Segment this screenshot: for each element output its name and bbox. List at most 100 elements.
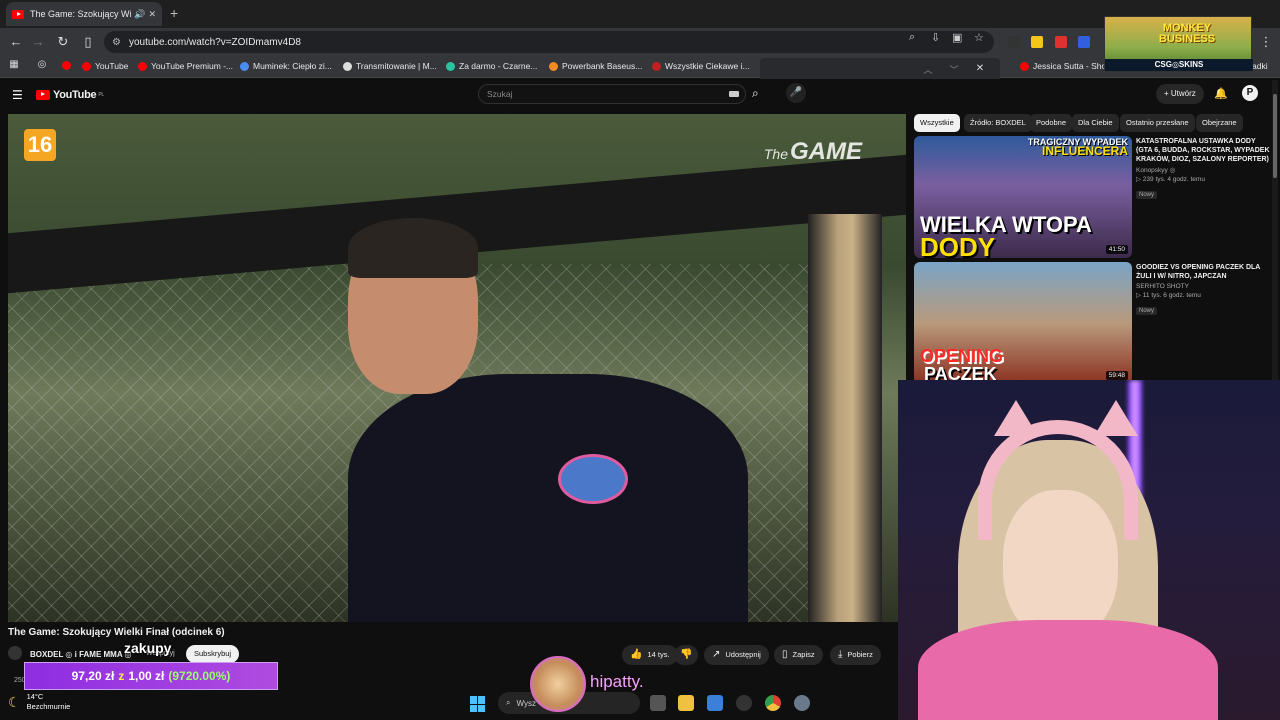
extension-icon[interactable] <box>1078 36 1090 48</box>
download-button[interactable]: ⤓ Pobierz <box>830 645 881 665</box>
video-duration: 41:50 <box>1105 245 1128 254</box>
channel-name[interactable]: BOXDEL ◎ i FAME MMA ◎ <box>30 650 132 659</box>
apps-grid-icon[interactable]: ▦ <box>6 59 22 70</box>
bookmark-item[interactable]: YouTube Premium -... <box>138 61 233 71</box>
chip-recently-uploaded[interactable]: Ostatnio przesłane <box>1120 114 1195 132</box>
reload-icon[interactable]: ↻ <box>55 34 71 50</box>
search-icon: ⌕ <box>506 698 511 707</box>
site-info-icon[interactable]: ⚙ <box>112 37 121 48</box>
youtube-logo[interactable]: YouTube PL <box>36 89 104 101</box>
recommendation-thumbnail[interactable]: OPENING PACZEK 59:48 <box>914 262 1132 384</box>
recommendation-channel[interactable]: SERHITO SHOTY <box>1136 283 1270 290</box>
recommendation-channel[interactable]: Konopskyy ◎ <box>1136 166 1270 174</box>
bookmark-label: Jessica Sutta - Show <box>1033 61 1113 71</box>
thumbs-down-icon: 👎 <box>680 649 693 660</box>
new-tab-button[interactable]: + <box>170 5 178 21</box>
like-button[interactable]: 👍 14 tys. <box>622 645 678 665</box>
browser-tab-active[interactable]: The Game: Szokujący Wielk 🔊 ✕ <box>6 2 162 26</box>
extension-icon[interactable] <box>1031 36 1043 48</box>
new-badge: Nowy <box>1136 307 1158 315</box>
scrollbar-thumb[interactable] <box>1273 94 1277 178</box>
recommendation-info[interactable]: GOODIEZ VS OPENING PACZEK DLA ŻULI I W/ … <box>1136 263 1270 317</box>
microphone-icon[interactable]: 🎤 <box>786 83 806 103</box>
chrome-icon[interactable]: ◎ <box>34 59 50 70</box>
reading-mode-icon[interactable]: ▯ <box>80 34 96 50</box>
share-button[interactable]: ↗ Udostępnij <box>704 645 769 665</box>
notifications-bell-icon[interactable]: 🔔 <box>1214 87 1228 100</box>
store-icon[interactable] <box>707 695 723 711</box>
bookmark-label: Powerbank Baseus... <box>562 61 643 71</box>
page-action-icon[interactable]: ▣ <box>952 31 962 44</box>
chip-source[interactable]: Źródło: BOXDEL <box>964 114 1032 132</box>
search-icon[interactable]: ⌕ <box>752 86 759 101</box>
video-player[interactable]: 16 TheGAME <box>8 114 906 622</box>
address-bar-row: ← → ↻ ▯ ⚙ youtube.com/watch?v=ZOIDmamv4D… <box>0 28 1280 56</box>
search-input[interactable]: Szukaj <box>478 84 746 104</box>
bookmark-item[interactable] <box>62 61 75 70</box>
bookmark-label: Transmitowanie | M... <box>356 61 437 71</box>
hamburger-menu-icon[interactable]: ☰ <box>12 88 23 102</box>
bookmark-label: YouTube Premium -... <box>151 61 234 71</box>
recommendation-info[interactable]: KATASTROFALNA USTAWKA DODY (GTA 6, BUDDA… <box>1136 137 1270 201</box>
search-placeholder: Szukaj <box>487 89 513 99</box>
chip-similar[interactable]: Podobne <box>1030 114 1073 132</box>
bookmark-item[interactable]: Wszystkie Ciekawe i... <box>652 61 750 71</box>
download-label: Pobierz <box>847 650 873 659</box>
extension-icon[interactable] <box>1008 36 1020 48</box>
back-icon[interactable]: ← <box>8 34 24 49</box>
bookmark-item[interactable]: adki <box>1252 61 1268 71</box>
create-button[interactable]: + Utwórz <box>1156 84 1204 104</box>
windows-start-icon[interactable] <box>470 696 486 712</box>
new-badge: Nowy <box>1136 191 1158 199</box>
bookmark-item[interactable]: Transmitowanie | M... <box>343 61 437 71</box>
dislike-button[interactable]: 👎 <box>674 645 699 665</box>
chip-watched[interactable]: Obejrzane <box>1196 114 1243 132</box>
bookmark-label: YouTube <box>95 61 129 71</box>
find-next-icon[interactable]: ﹀ <box>946 63 962 76</box>
forward-icon[interactable]: → <box>30 34 46 49</box>
settings-icon[interactable] <box>794 695 810 711</box>
bookmark-item[interactable]: Za darmo - Czarne... <box>446 61 537 71</box>
recommendation-title[interactable]: KATASTROFALNA USTAWKA DODY (GTA 6, BUDDA… <box>1136 137 1270 164</box>
bookmark-label: Wszystkie Ciekawe i... <box>665 61 750 71</box>
keyboard-icon[interactable] <box>729 91 739 97</box>
audio-icon[interactable]: 🔊 <box>134 9 145 20</box>
file-explorer-icon[interactable] <box>678 695 694 711</box>
menu-dots-icon[interactable]: ⋮ <box>1258 34 1274 50</box>
youtube-favicon-icon <box>138 61 147 71</box>
find-close-icon[interactable]: ✕ <box>972 63 988 74</box>
bookmark-item[interactable]: Muminek: Ciepło zi... <box>240 61 332 71</box>
recommendation-title[interactable]: GOODIEZ VS OPENING PACZEK DLA ŻULI I W/ … <box>1136 263 1270 281</box>
plus-icon: + <box>1164 89 1169 98</box>
recommendation-meta: ▷ 11 tys. 6 godz. temu <box>1136 292 1201 299</box>
save-label: Zapisz <box>792 650 815 659</box>
url-field[interactable]: ⚙ youtube.com/watch?v=ZOIDmamv4D8 <box>104 31 994 53</box>
bookmark-star-icon[interactable]: ☆ <box>974 31 984 44</box>
save-button[interactable]: ▯ Zapisz <box>774 645 823 665</box>
recommendation-thumbnail[interactable]: TRAGICZNY WYPADEK INFLUENCERA WIELKA WTOP… <box>914 136 1132 258</box>
extension-icon[interactable] <box>1055 36 1067 48</box>
app-icon[interactable] <box>736 695 752 711</box>
chip-all[interactable]: Wszystkie <box>914 114 960 132</box>
install-icon[interactable]: ⇩ <box>931 31 940 44</box>
age-rating-badge: 16 <box>24 129 56 161</box>
chip-for-you[interactable]: Dla Ciebie <box>1072 114 1119 132</box>
task-view-icon[interactable] <box>650 695 666 711</box>
zoom-icon[interactable]: ⌕ <box>909 31 915 44</box>
fighter-figure <box>308 218 748 622</box>
bookmark-item[interactable]: Jessica Sutta - Show <box>1020 61 1112 71</box>
chrome-icon[interactable] <box>765 695 781 711</box>
create-label: Utwórz <box>1170 89 1196 98</box>
cat-ear-headset <box>978 420 1138 540</box>
channel-avatar[interactable] <box>8 646 22 660</box>
cage-post <box>808 214 882 622</box>
close-tab-icon[interactable]: ✕ <box>148 9 156 20</box>
avatar[interactable]: P <box>1242 85 1258 101</box>
weather-widget[interactable]: ☾ 14°C Bezchmurnie <box>8 692 70 712</box>
bookmark-item[interactable]: Powerbank Baseus... <box>549 61 642 71</box>
bookmark-item[interactable]: YouTube <box>82 61 128 71</box>
temperature: 14°C <box>26 692 44 701</box>
find-previous-icon[interactable]: ︿ <box>920 63 936 76</box>
subscribe-button[interactable]: Subskrybuj <box>186 645 240 663</box>
bookmark-favicon-icon <box>240 61 249 71</box>
